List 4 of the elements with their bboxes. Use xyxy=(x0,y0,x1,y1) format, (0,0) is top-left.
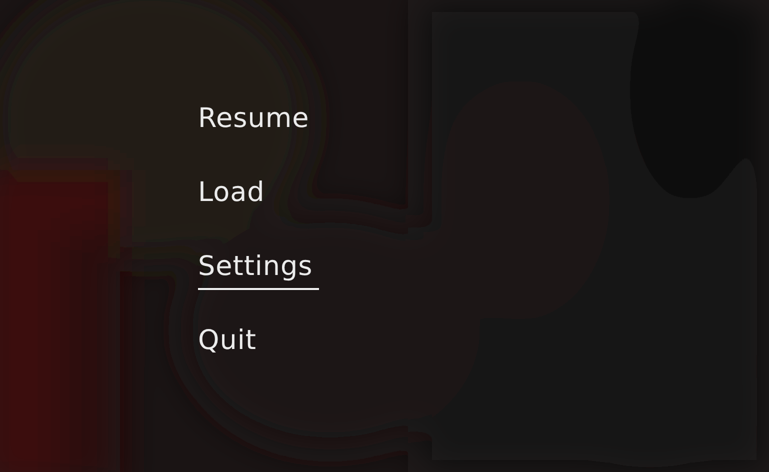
menu-item[interactable]: Quit xyxy=(198,324,262,364)
menu-item[interactable]: Load xyxy=(198,176,271,216)
menu-item[interactable]: Resume xyxy=(198,102,316,142)
menu-item[interactable]: Settings xyxy=(198,250,319,290)
